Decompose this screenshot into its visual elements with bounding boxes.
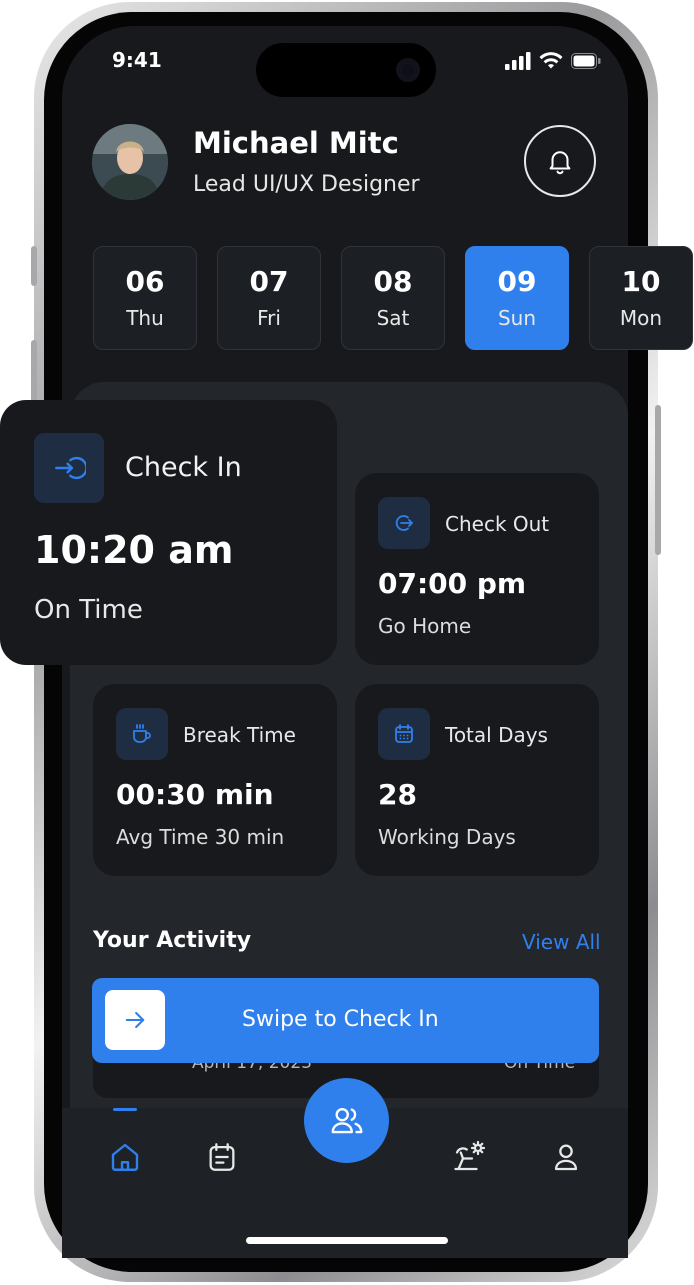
total-days-label: Working Days [378,825,516,849]
date-card-06[interactable]: 06 Thu [93,246,197,350]
check-in-card[interactable]: Check In 10:20 am On Time [0,400,337,665]
break-time-average: Avg Time 30 min [116,825,285,849]
holiday-icon [454,1140,486,1171]
notification-button[interactable] [524,125,596,197]
profile-icon [554,1144,578,1171]
check-in-title: Check In [125,452,242,483]
status-icons [505,52,601,70]
team-icon [331,1107,362,1133]
date-number: 06 [125,265,165,298]
avatar[interactable] [92,124,168,200]
total-days-card[interactable]: Total Days 28 Working Days [355,684,599,876]
date-weekday: Sun [497,306,537,330]
nav-calendar[interactable] [197,1130,247,1184]
user-role: Lead UI/UX Designer [193,172,420,197]
break-time-value: 00:30 min [116,778,274,811]
date-weekday: Thu [126,306,164,330]
arrow-right-icon [125,1011,145,1029]
battery-icon [571,53,601,69]
swipe-handle[interactable] [105,990,165,1050]
total-days-icon-box [378,708,430,760]
check-out-status: Go Home [378,614,472,638]
date-number: 10 [621,265,661,298]
front-camera [396,58,420,82]
nav-home[interactable] [100,1130,150,1184]
total-days-title: Total Days [445,723,548,747]
nav-holiday[interactable] [444,1130,494,1184]
date-weekday: Fri [257,306,281,330]
activity-heading: Your Activity [93,928,252,953]
nav-profile[interactable] [541,1130,591,1184]
date-card-07[interactable]: 07 Fri [217,246,321,350]
signal-icon [505,52,531,70]
power-button [655,405,661,555]
home-icon [111,1143,139,1171]
total-days-value: 28 [378,778,417,811]
check-out-time: 07:00 pm [378,567,527,600]
user-name: Michael Mitc [193,126,399,160]
date-card-10[interactable]: 10 Mon [589,246,693,350]
break-time-card[interactable]: Break Time 00:30 min Avg Time 30 min [93,684,337,876]
date-card-08[interactable]: 08 Sat [341,246,445,350]
team-button[interactable] [304,1078,389,1163]
home-indicator [246,1237,448,1244]
calendar-note-icon [209,1143,235,1171]
date-number: 07 [249,265,289,298]
nav-active-indicator [113,1108,137,1111]
logout-arrow-icon [395,515,413,531]
login-arrow-icon [55,456,86,480]
break-time-title: Break Time [183,723,296,747]
swipe-label: Swipe to Check In [242,1007,439,1032]
status-time: 9:41 [112,48,162,72]
check-out-icon-box [378,497,430,549]
check-in-time: 10:20 am [34,528,234,572]
break-time-icon-box [116,708,168,760]
date-number: 08 [373,265,413,298]
check-out-title: Check Out [445,512,550,536]
bell-icon [549,151,571,175]
action-button [31,246,37,286]
date-card-09-selected[interactable]: 09 Sun [465,246,569,350]
calendar-icon [395,724,413,743]
view-all-link[interactable]: View All [522,930,601,954]
coffee-cup-icon [133,724,151,743]
date-number: 09 [497,265,537,298]
check-out-card[interactable]: Check Out 07:00 pm Go Home [355,473,599,665]
check-in-status: On Time [34,595,143,625]
date-weekday: Mon [619,306,663,330]
check-in-icon-box [34,433,104,503]
date-weekday: Sat [376,306,410,330]
wifi-icon [539,52,563,69]
avatar-photo [92,124,168,200]
